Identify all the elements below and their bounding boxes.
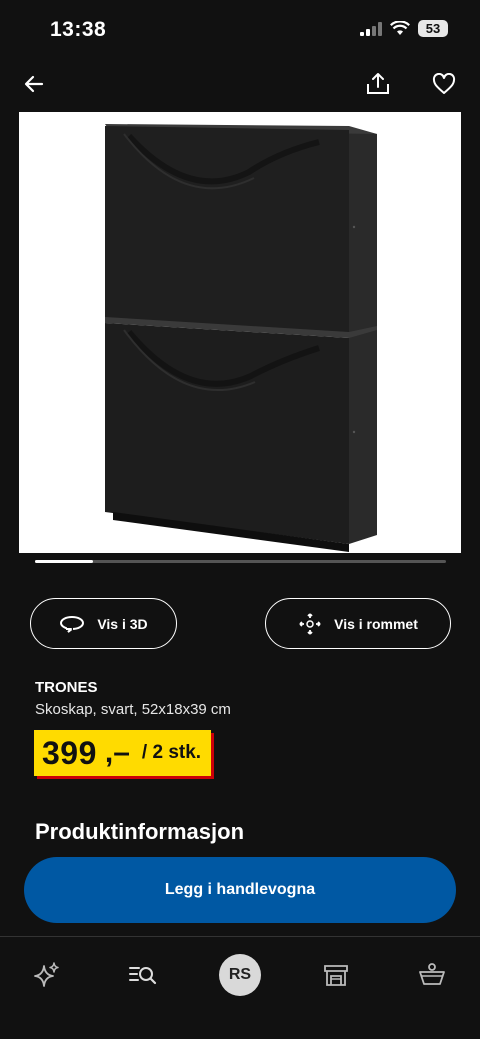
status-time: 13:38 xyxy=(50,18,107,41)
tab-search[interactable] xyxy=(113,953,173,997)
shoe-cabinet-image xyxy=(105,124,377,552)
view-in-room-label: Vis i rommet xyxy=(334,615,418,632)
status-icons: 53 xyxy=(360,20,448,37)
view-3d-label: Vis i 3D xyxy=(97,615,148,632)
view-in-room-button[interactable]: Vis i rommet xyxy=(265,598,451,649)
price-unit: / 2 stk. xyxy=(141,742,202,763)
back-button[interactable] xyxy=(14,64,54,104)
view-3d-button[interactable]: Vis i 3D xyxy=(30,598,177,649)
ar-view-icon xyxy=(299,612,321,635)
carousel-progress xyxy=(35,560,446,563)
price-decimal: ,– xyxy=(104,736,130,769)
product-info-heading[interactable]: Produktinformasjon xyxy=(35,819,244,845)
tab-inspiration[interactable] xyxy=(17,953,77,997)
share-icon xyxy=(367,73,389,94)
product-description: Skoskap, svart, 52x18x39 cm xyxy=(35,701,231,718)
battery-indicator: 53 xyxy=(418,20,448,37)
arrow-left-icon xyxy=(24,75,44,93)
carousel-progress-fill xyxy=(35,560,93,563)
share-button[interactable] xyxy=(358,64,398,104)
add-to-cart-label: Legg i handlevogna xyxy=(164,881,316,898)
avatar: RS xyxy=(219,954,261,996)
wifi-icon xyxy=(390,21,410,35)
rotate-3d-icon xyxy=(60,615,85,633)
tab-cart[interactable] xyxy=(402,953,462,997)
tab-store[interactable] xyxy=(306,953,366,997)
bottom-tab-bar: RS xyxy=(0,937,480,1039)
add-to-cart-button[interactable]: Legg i handlevogna xyxy=(24,857,456,923)
product-image[interactable] xyxy=(19,112,461,553)
search-menu-icon xyxy=(129,967,157,985)
tab-profile[interactable]: RS xyxy=(210,953,270,997)
favorite-button[interactable] xyxy=(424,64,464,104)
heart-icon xyxy=(432,73,456,94)
product-name: TRONES xyxy=(35,679,98,696)
basket-icon xyxy=(419,963,445,985)
cellular-signal-icon xyxy=(360,21,382,36)
price-tag: 399 ,– / 2 stk. xyxy=(34,730,212,776)
price-main: 399 xyxy=(42,734,97,771)
store-icon xyxy=(324,965,348,986)
sparkle-icon xyxy=(34,962,59,987)
